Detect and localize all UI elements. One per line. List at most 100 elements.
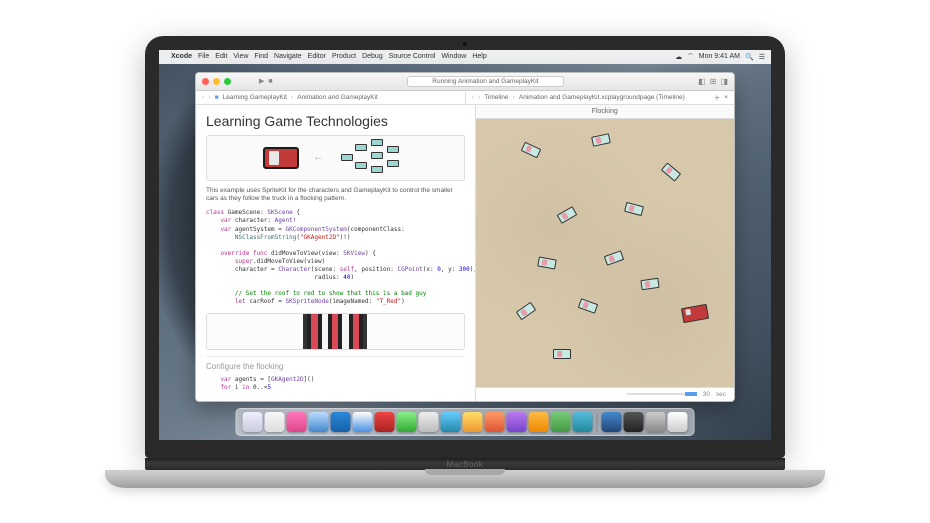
- flock-car: [604, 250, 624, 266]
- laptop-base: [105, 470, 825, 488]
- menubar-item[interactable]: Help: [472, 53, 486, 60]
- dock-app-icon[interactable]: [463, 412, 483, 432]
- menubar-app-name[interactable]: Xcode: [171, 53, 192, 60]
- dock-app-icon[interactable]: [331, 412, 351, 432]
- car-cluster: [337, 136, 407, 180]
- editor-pane-left[interactable]: Learning Game Technologies ←: [196, 105, 476, 401]
- arrow-left-icon: ←: [313, 152, 323, 163]
- close-icon[interactable]: ×: [724, 94, 728, 101]
- dock-app-icon[interactable]: [353, 412, 373, 432]
- macbook-frame: Xcode File Edit View Find Navigate Edito…: [145, 36, 785, 488]
- dock-app-icon[interactable]: [419, 412, 439, 432]
- add-icon[interactable]: ＋: [714, 92, 721, 102]
- camera-dot: [463, 42, 467, 46]
- sprite-preview: [206, 313, 465, 351]
- dock-app-icon[interactable]: [287, 412, 307, 432]
- toolbar-icon[interactable]: ◧: [698, 77, 706, 86]
- minimize-button[interactable]: [213, 78, 220, 85]
- flock-car: [661, 162, 681, 181]
- flock-car: [553, 349, 571, 359]
- back-icon[interactable]: ‹: [472, 94, 474, 101]
- jumpbar-segment[interactable]: Animation and GameplayKit: [297, 94, 378, 101]
- dock-app-icon[interactable]: [441, 412, 461, 432]
- dock-app-icon[interactable]: [485, 412, 505, 432]
- forward-icon[interactable]: ›: [208, 94, 210, 101]
- xcode-window: ▶ ■ Running Animation and GameplayKit ◧ …: [195, 72, 735, 402]
- dock-app-icon[interactable]: [507, 412, 527, 432]
- cloud-icon[interactable]: ☁: [675, 53, 682, 61]
- menu-icon[interactable]: ☰: [759, 53, 765, 61]
- player-truck: [681, 304, 709, 323]
- timeline-footer: 30 sec: [476, 387, 735, 401]
- traffic-lights: [202, 78, 231, 85]
- flock-car: [624, 202, 644, 216]
- dock-app-icon[interactable]: [375, 412, 395, 432]
- jumpbar-segment[interactable]: Learning GameplayKit: [223, 94, 287, 101]
- window-titlebar: ▶ ■ Running Animation and GameplayKit ◧ …: [196, 73, 734, 91]
- dock-app-icon[interactable]: [602, 412, 622, 432]
- flock-car: [537, 256, 556, 269]
- doc-description: This example uses SpriteKit for the char…: [206, 187, 465, 204]
- timeline-slider[interactable]: [627, 393, 697, 395]
- close-button[interactable]: [202, 78, 209, 85]
- truck-roof-sprite: [303, 313, 367, 351]
- screen-bezel: Xcode File Edit View Find Navigate Edito…: [145, 36, 785, 458]
- stop-icon[interactable]: ■: [268, 78, 272, 85]
- flock-car: [557, 206, 578, 224]
- timeline-unit: sec: [716, 391, 726, 398]
- menubar-item[interactable]: File: [198, 53, 209, 60]
- dock-app-icon[interactable]: [646, 412, 666, 432]
- macos-dock: [236, 408, 695, 436]
- truck-icon: [263, 147, 299, 169]
- toolbar-icon[interactable]: ◨: [720, 77, 728, 86]
- dock-app-icon[interactable]: [551, 412, 571, 432]
- jumpbar-segment[interactable]: Animation and GameplayKit.xcplaygroundpa…: [519, 94, 685, 101]
- menubar-item[interactable]: Window: [441, 53, 466, 60]
- laptop-hinge: MacBook: [145, 458, 785, 470]
- sim-title: Flocking: [476, 105, 735, 119]
- menubar-item[interactable]: Editor: [308, 53, 326, 60]
- laptop-notch: [425, 469, 505, 475]
- menubar-item[interactable]: Navigate: [274, 53, 302, 60]
- laptop-brand: MacBook: [447, 460, 484, 469]
- flock-car: [640, 278, 659, 290]
- dock-app-icon[interactable]: [529, 412, 549, 432]
- flock-car: [516, 302, 536, 321]
- dock-app-icon[interactable]: [668, 412, 688, 432]
- run-icon[interactable]: ▶: [259, 77, 264, 85]
- timeline-pane: Flocking 30 sec: [476, 105, 735, 401]
- dock-app-icon[interactable]: [573, 412, 593, 432]
- timeline-value: 30: [703, 391, 710, 398]
- simulation-canvas[interactable]: [476, 119, 735, 387]
- menubar-item[interactable]: Edit: [215, 53, 227, 60]
- jumpbar-segment[interactable]: Timeline: [484, 94, 508, 101]
- toolbar-icon[interactable]: ⊞: [710, 77, 717, 86]
- zoom-button[interactable]: [224, 78, 231, 85]
- illustration-banner: ←: [206, 135, 465, 181]
- code-block-1[interactable]: class GameScene: SKScene { var character…: [206, 209, 465, 306]
- page-title: Learning Game Technologies: [206, 113, 465, 129]
- activity-status: Running Animation and GameplayKit: [407, 76, 563, 87]
- back-icon[interactable]: ‹: [202, 94, 204, 101]
- flock-car: [591, 133, 611, 147]
- macos-menubar: Xcode File Edit View Find Navigate Edito…: [159, 50, 771, 64]
- menubar-item[interactable]: Source Control: [389, 53, 436, 60]
- flock-car: [521, 142, 542, 159]
- search-icon[interactable]: 🔍: [745, 53, 754, 61]
- dock-app-icon[interactable]: [397, 412, 417, 432]
- dock-app-icon[interactable]: [243, 412, 263, 432]
- forward-icon[interactable]: ›: [478, 94, 480, 101]
- editor-content: Learning Game Technologies ←: [196, 105, 734, 401]
- menubar-item[interactable]: Find: [254, 53, 268, 60]
- code-block-2[interactable]: var agents = [GKAgent2D]() for i in 0..<…: [206, 376, 465, 392]
- flock-car: [578, 298, 598, 314]
- menubar-item[interactable]: View: [233, 53, 248, 60]
- clock[interactable]: Mon 9:41 AM: [699, 53, 740, 60]
- dock-app-icon[interactable]: [624, 412, 644, 432]
- wifi-icon[interactable]: ⌔: [687, 52, 694, 61]
- jump-bar: ‹ › ■ Learning GameplayKit › Animation a…: [196, 91, 734, 105]
- menubar-item[interactable]: Debug: [362, 53, 383, 60]
- dock-app-icon[interactable]: [265, 412, 285, 432]
- menubar-item[interactable]: Product: [332, 53, 356, 60]
- dock-app-icon[interactable]: [309, 412, 329, 432]
